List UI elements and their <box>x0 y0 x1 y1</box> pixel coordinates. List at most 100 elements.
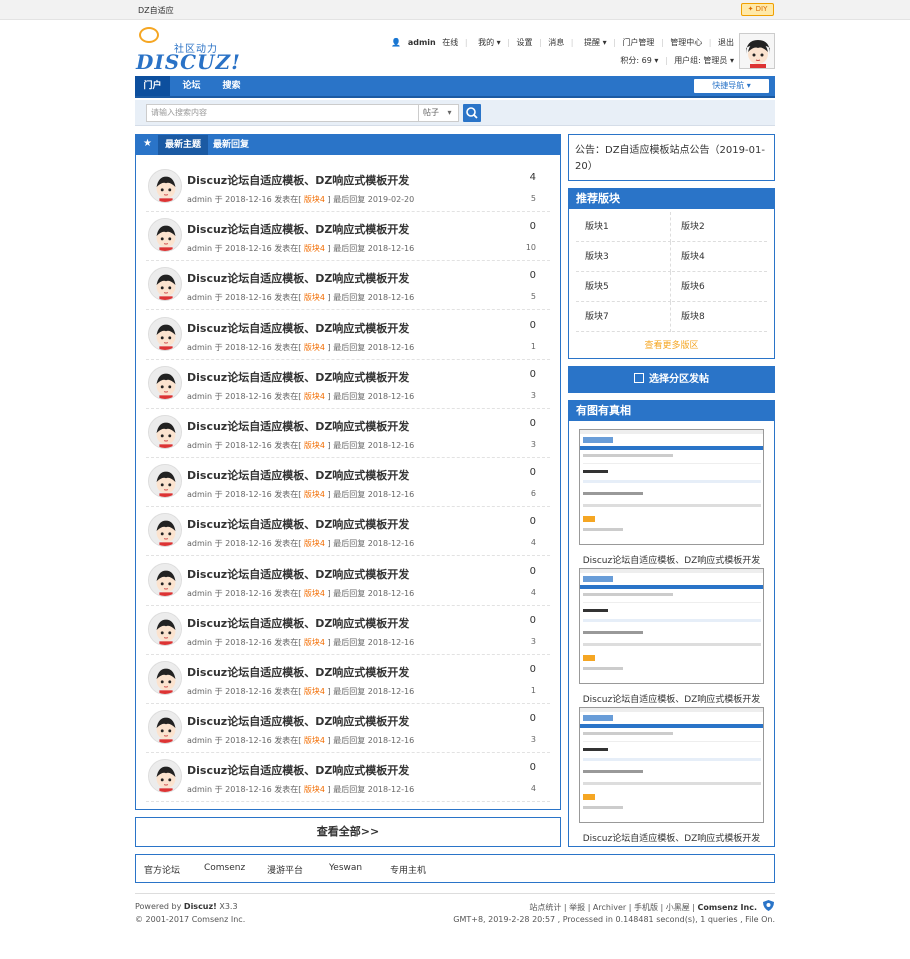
thread-author-avatar[interactable] <box>148 513 182 548</box>
forum-item-3[interactable]: 版块3 <box>576 242 671 272</box>
thread-author[interactable]: admin <box>187 441 212 450</box>
thread-forum-link[interactable]: 版块4 <box>304 244 325 253</box>
site-logo[interactable]: 社区动力 DISCUZ! <box>136 26 240 74</box>
my-menu[interactable]: 我的 ▾ <box>474 38 501 47</box>
pic-thumb-2[interactable] <box>579 568 764 684</box>
thread-author[interactable]: admin <box>187 589 212 598</box>
pic-thumb-3[interactable] <box>579 707 764 823</box>
thread-forum-link[interactable]: 版块4 <box>304 539 325 548</box>
pic-caption-3[interactable]: Discuz论坛自适应模板、DZ响应式模板开发 <box>569 831 774 844</box>
forum-item-4[interactable]: 版块4 <box>672 242 767 272</box>
footer-nav-links[interactable]: 站点统计 | 举报 | Archiver | 手机版 | 小黑屋 | <box>529 903 695 912</box>
thread-author[interactable]: admin <box>187 736 212 745</box>
remind-menu[interactable]: 提醒 ▾ <box>580 38 607 47</box>
more-forums-link[interactable]: 查看更多版区 <box>569 338 774 351</box>
thread-forum-link[interactable]: 版块4 <box>304 195 325 204</box>
credits-menu[interactable]: 积分: 69 ▾ <box>620 56 658 65</box>
diy-button[interactable]: ✦ DIY <box>741 3 774 16</box>
thread-title[interactable]: Discuz论坛自适应模板、DZ响应式模板开发 <box>187 418 409 434</box>
thread-forum-link[interactable]: 版块4 <box>304 343 325 352</box>
thread-forum-link[interactable]: 版块4 <box>304 293 325 302</box>
forum-item-6[interactable]: 版块6 <box>672 272 767 302</box>
shield-icon[interactable] <box>762 899 775 912</box>
thread-title[interactable]: Discuz论坛自适应模板、DZ响应式模板开发 <box>187 664 409 680</box>
usergroup-menu[interactable]: 用户组: 管理员 ▾ <box>674 56 734 65</box>
company-link[interactable]: Comsenz Inc. <box>698 903 757 912</box>
thread-title[interactable]: Discuz论坛自适应模板、DZ响应式模板开发 <box>187 615 409 631</box>
forum-item-5[interactable]: 版块5 <box>576 272 671 302</box>
logout-link[interactable]: 退出 <box>718 38 734 47</box>
thread-author[interactable]: admin <box>187 244 212 253</box>
thread-author-avatar[interactable] <box>148 169 182 203</box>
thread-author[interactable]: admin <box>187 195 212 204</box>
forum-item-2[interactable]: 版块2 <box>672 212 767 242</box>
pic-caption-2[interactable]: Discuz论坛自适应模板、DZ响应式模板开发 <box>569 692 774 705</box>
portal-admin-link[interactable]: 门户管理 <box>622 38 654 47</box>
site-name-link[interactable]: DZ自适应 <box>138 5 174 16</box>
thread-forum-link[interactable]: 版块4 <box>304 638 325 647</box>
thread-title[interactable]: Discuz论坛自适应模板、DZ响应式模板开发 <box>187 516 409 532</box>
nav-item-portal[interactable]: 门户 <box>135 76 170 96</box>
link-manyou[interactable]: 漫游平台 <box>267 863 303 876</box>
thread-author[interactable]: admin <box>187 785 212 794</box>
thread-title[interactable]: Discuz论坛自适应模板、DZ响应式模板开发 <box>187 762 409 778</box>
link-official-forum[interactable]: 官方论坛 <box>144 863 180 876</box>
username-link[interactable]: admin <box>408 38 436 47</box>
thread-title[interactable]: Discuz论坛自适应模板、DZ响应式模板开发 <box>187 270 409 286</box>
forum-item-7[interactable]: 版块7 <box>576 302 671 332</box>
thread-author-avatar[interactable] <box>148 267 182 302</box>
thread-forum-link[interactable]: 版块4 <box>304 687 325 696</box>
thread-title[interactable]: Discuz论坛自适应模板、DZ响应式模板开发 <box>187 467 409 483</box>
tab-new-threads[interactable]: 最新主题 <box>158 135 209 155</box>
online-status[interactable]: 在线 <box>442 38 458 47</box>
thread-forum-link[interactable]: 版块4 <box>304 785 325 794</box>
forum-item-8[interactable]: 版块8 <box>672 302 767 332</box>
thread-author-avatar[interactable] <box>148 316 182 351</box>
pic-thumb-1[interactable] <box>579 429 764 545</box>
search-button[interactable] <box>463 104 481 122</box>
messages-link[interactable]: 消息 <box>548 38 564 47</box>
thread-author-avatar[interactable] <box>148 218 182 253</box>
thread-title[interactable]: Discuz论坛自适应模板、DZ响应式模板开发 <box>187 713 409 729</box>
thread-author-avatar[interactable] <box>148 365 182 400</box>
post-thread-button[interactable]: 选择分区发帖 <box>568 366 775 393</box>
thread-title[interactable]: Discuz论坛自适应模板、DZ响应式模板开发 <box>187 369 409 385</box>
thread-author[interactable]: admin <box>187 343 212 352</box>
admin-center-link[interactable]: 管理中心 <box>670 38 702 47</box>
thread-forum-link[interactable]: 版块4 <box>304 392 325 401</box>
site-notice[interactable]: 公告：DZ自适应模板站点公告（2019-01-20） <box>568 134 775 181</box>
thread-author-avatar[interactable] <box>148 611 182 646</box>
thread-author-avatar[interactable] <box>148 415 182 449</box>
search-type-select[interactable]: 帖子 ▾ <box>419 104 459 122</box>
thread-author-avatar[interactable] <box>148 661 182 695</box>
thread-forum-link[interactable]: 版块4 <box>304 736 325 745</box>
link-comsenz[interactable]: Comsenz <box>204 863 245 873</box>
thread-author[interactable]: admin <box>187 687 212 696</box>
thread-author-avatar[interactable] <box>148 710 182 745</box>
nav-item-search[interactable]: 搜索 <box>214 76 249 96</box>
thread-forum-link[interactable]: 版块4 <box>304 490 325 499</box>
thread-author[interactable]: admin <box>187 293 212 302</box>
thread-author[interactable]: admin <box>187 638 212 647</box>
thread-title[interactable]: Discuz论坛自适应模板、DZ响应式模板开发 <box>187 566 409 582</box>
tab-new-replies[interactable]: 最新回复 <box>213 135 249 155</box>
thread-title[interactable]: Discuz论坛自适应模板、DZ响应式模板开发 <box>187 320 409 336</box>
thread-author[interactable]: admin <box>187 490 212 499</box>
settings-link[interactable]: 设置 <box>516 38 532 47</box>
user-avatar[interactable] <box>739 33 775 69</box>
thread-author-avatar[interactable] <box>148 562 182 597</box>
nav-item-forum[interactable]: 论坛 <box>175 76 208 96</box>
thread-author[interactable]: admin <box>187 539 212 548</box>
link-yeswan[interactable]: Yeswan <box>329 863 362 873</box>
search-input[interactable]: 请输入搜索内容 <box>146 104 419 122</box>
thread-author-avatar[interactable] <box>148 464 182 499</box>
view-all-button[interactable]: 查看全部>> <box>135 817 561 847</box>
thread-author-avatar[interactable] <box>148 759 182 794</box>
quick-nav-button[interactable]: 快捷导航 ▾ <box>694 79 769 93</box>
brand-link[interactable]: Discuz! <box>184 902 217 911</box>
thread-title[interactable]: Discuz论坛自适应模板、DZ响应式模板开发 <box>187 221 409 237</box>
thread-forum-link[interactable]: 版块4 <box>304 589 325 598</box>
thread-title[interactable]: Discuz论坛自适应模板、DZ响应式模板开发 <box>187 172 409 188</box>
link-hosting[interactable]: 专用主机 <box>390 863 426 876</box>
thread-forum-link[interactable]: 版块4 <box>304 441 325 450</box>
